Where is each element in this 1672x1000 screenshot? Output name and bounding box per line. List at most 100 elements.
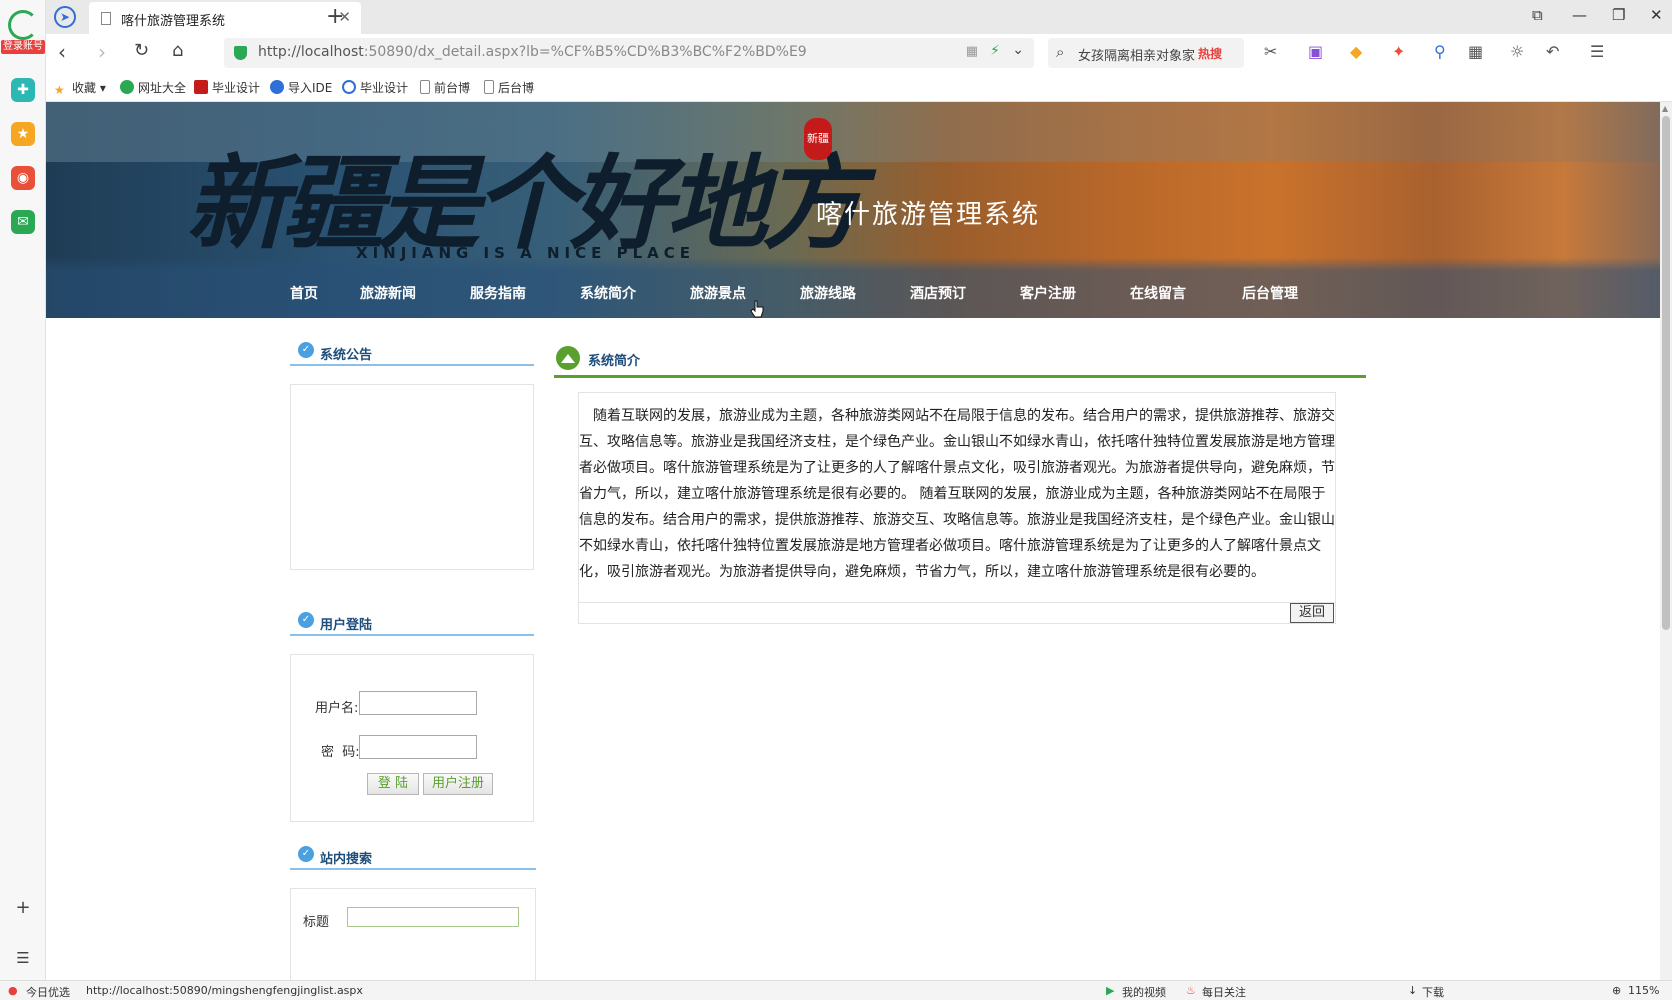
navigate-icon[interactable]: ➤ — [54, 6, 76, 28]
bookmark-import-ide[interactable]: 导入IDE — [270, 79, 332, 96]
pdf-icon — [194, 80, 208, 94]
url-text: http://localhost:50890/dx_detail.aspx?lb… — [258, 44, 807, 60]
add-sidebar-icon[interactable]: + — [11, 896, 35, 920]
tab-bar: ➤ 喀什旅游管理系统 ✕ + ⧉ — ❐ ✕ — [46, 0, 1672, 34]
site-search-header: ✓ 站内搜索 — [290, 846, 536, 870]
minimize-icon[interactable]: — — [1572, 6, 1587, 24]
back-icon[interactable]: ‹ — [58, 40, 66, 64]
web-page: 新疆是个好地方 新疆 XINJIANG IS A NICE PLACE 喀什旅游… — [46, 102, 1660, 980]
bookmark-hao123[interactable]: 网址大全 — [120, 79, 186, 96]
undo-icon[interactable]: ↶ — [1546, 42, 1559, 61]
mail-icon[interactable]: ✉ — [11, 210, 35, 234]
zoom-level[interactable]: 115% — [1628, 984, 1659, 997]
intro-footer: 返回 — [578, 602, 1336, 624]
secure-shield-icon — [234, 46, 247, 60]
chevron-down-icon[interactable]: ⌄ — [1012, 42, 1024, 58]
search-title-label: 标题 — [303, 915, 330, 930]
bookmark-favorites[interactable]: ★ 收藏 ▾ — [54, 79, 106, 97]
search-title-input[interactable] — [347, 907, 519, 927]
my-video-label[interactable]: 我的视频 — [1122, 984, 1166, 1000]
scissors-icon[interactable]: ✂ — [1264, 42, 1277, 61]
notice-box — [290, 384, 534, 570]
translate-icon[interactable]: ▣ — [1308, 42, 1323, 61]
menu-travel-news[interactable]: 旅游新闻 — [360, 283, 416, 303]
username-input[interactable] — [359, 691, 477, 715]
search-field[interactable]: ⌕ 女孩隔离相亲对象家 热搜 — [1048, 38, 1244, 68]
notice-icon: ✓ — [298, 342, 314, 358]
lightning-icon[interactable]: ⚡ — [990, 43, 1000, 59]
bookmark-front-blog[interactable]: 前台博 — [420, 79, 470, 96]
password-input[interactable] — [359, 735, 477, 759]
page-scrollbar[interactable]: ▲ — [1660, 102, 1672, 980]
today-pick-icon[interactable]: ● — [8, 984, 18, 997]
download-label[interactable]: 下载 — [1422, 984, 1444, 1000]
restore-icon[interactable]: ❐ — [1612, 6, 1625, 24]
menu-service-guide[interactable]: 服务指南 — [470, 283, 526, 303]
main-menu: 首页 旅游新闻 服务指南 系统简介 旅游景点 旅游线路 酒店预订 客户注册 在线… — [46, 266, 1660, 318]
menu-attractions[interactable]: 旅游景点 — [690, 283, 746, 303]
apps-grid-icon[interactable]: ▦ — [1468, 42, 1483, 61]
status-bar: ● 今日优选 http://localhost:50890/mingshengf… — [0, 980, 1672, 1000]
download-icon[interactable]: ↓ — [1408, 984, 1417, 997]
url-field[interactable]: http://localhost:50890/dx_detail.aspx?lb… — [224, 38, 1034, 68]
search-icon: ⌕ — [1056, 43, 1065, 61]
bookmark-graduation-1[interactable]: 毕业设计 — [194, 79, 260, 96]
menu-routes[interactable]: 旅游线路 — [800, 283, 856, 303]
bookmark-back-blog[interactable]: 后台博 — [484, 79, 534, 96]
notice-title: 系统公告 — [320, 348, 373, 363]
password-label: 密 码: — [321, 745, 360, 760]
register-button[interactable]: 用户注册 — [423, 773, 493, 795]
game-icon[interactable]: ✦ — [1392, 42, 1405, 61]
menu-admin[interactable]: 后台管理 — [1242, 283, 1298, 303]
menu-messages[interactable]: 在线留言 — [1130, 283, 1186, 303]
hot-search-badge: 热搜 — [1198, 47, 1223, 61]
reload-icon[interactable]: ↻ — [134, 40, 149, 61]
daily-follow-label[interactable]: 每日关注 — [1202, 984, 1246, 1000]
menu-icon[interactable]: ☰ — [1590, 42, 1604, 61]
globe-icon — [120, 80, 134, 94]
scroll-up-icon[interactable]: ▲ — [1662, 104, 1668, 113]
new-tab-icon[interactable]: + — [326, 4, 344, 29]
page-icon — [484, 80, 494, 94]
qr-code-icon[interactable]: ▦ — [966, 44, 978, 59]
brightness-icon[interactable]: ☼ — [1510, 42, 1524, 61]
baidu-paw-icon — [270, 80, 284, 94]
menu-hotel-booking[interactable]: 酒店预订 — [910, 283, 966, 303]
browser-sidebar: 登录账号 ✚ ★ ◉ ✉ + ☰ — [0, 0, 46, 980]
today-pick-label[interactable]: 今日优选 — [26, 984, 70, 1000]
status-url: http://localhost:50890/mingshengfengjing… — [86, 984, 363, 997]
close-window-icon[interactable]: ✕ — [1650, 6, 1663, 24]
bookmark-graduation-2[interactable]: 毕业设计 — [342, 79, 408, 96]
browser-tab[interactable]: 喀什旅游管理系统 ✕ — [89, 2, 361, 34]
favorites-star-icon[interactable]: ★ — [11, 122, 35, 146]
fire-icon[interactable]: ♨ — [1186, 984, 1196, 997]
sidebar-menu-icon[interactable]: ☰ — [11, 946, 35, 970]
intro-content: 随着互联网的发展，旅游业成为主题，各种旅游类网站不在局限于信息的发布。结合用户的… — [579, 408, 1335, 580]
intro-content-box: 随着互联网的发展，旅游业成为主题，各种旅游类网站不在局限于信息的发布。结合用户的… — [578, 392, 1336, 624]
video-icon[interactable]: ▶ — [1106, 984, 1114, 997]
search-suggestion: 女孩隔离相亲对象家 — [1078, 49, 1196, 64]
shield-plugin-icon[interactable]: ◆ — [1350, 42, 1362, 61]
mountain-icon — [556, 346, 580, 370]
site-search-icon: ✓ — [298, 846, 314, 862]
intro-header: 系统简介 — [554, 344, 1366, 378]
home-icon[interactable]: ⌂ — [172, 40, 183, 61]
zoom-icon[interactable]: ⊕ — [1612, 984, 1621, 997]
menu-system-intro[interactable]: 系统简介 — [580, 283, 636, 303]
scrollbar-thumb[interactable] — [1662, 116, 1670, 630]
weibo-icon[interactable]: ◉ — [11, 166, 35, 190]
menu-register[interactable]: 客户注册 — [1020, 283, 1076, 303]
site-search-box: 标题 — [290, 888, 536, 980]
login-account-badge[interactable]: 登录账号 — [1, 40, 45, 54]
menu-home[interactable]: 首页 — [290, 283, 318, 303]
login-button[interactable]: 登 陆 — [367, 773, 419, 795]
skin-icon[interactable]: ⧉ — [1532, 6, 1543, 24]
add-app-icon[interactable]: ✚ — [11, 78, 35, 102]
ie-icon — [342, 80, 356, 94]
intro-title: 系统简介 — [588, 354, 641, 369]
back-button[interactable]: 返回 — [1290, 603, 1334, 623]
zoom-search-icon[interactable]: ⚲ — [1434, 42, 1446, 61]
banner-english-slogan: XINJIANG IS A NICE PLACE — [356, 244, 696, 262]
forward-icon[interactable]: › — [98, 40, 106, 64]
browser-logo-icon[interactable] — [8, 10, 38, 40]
